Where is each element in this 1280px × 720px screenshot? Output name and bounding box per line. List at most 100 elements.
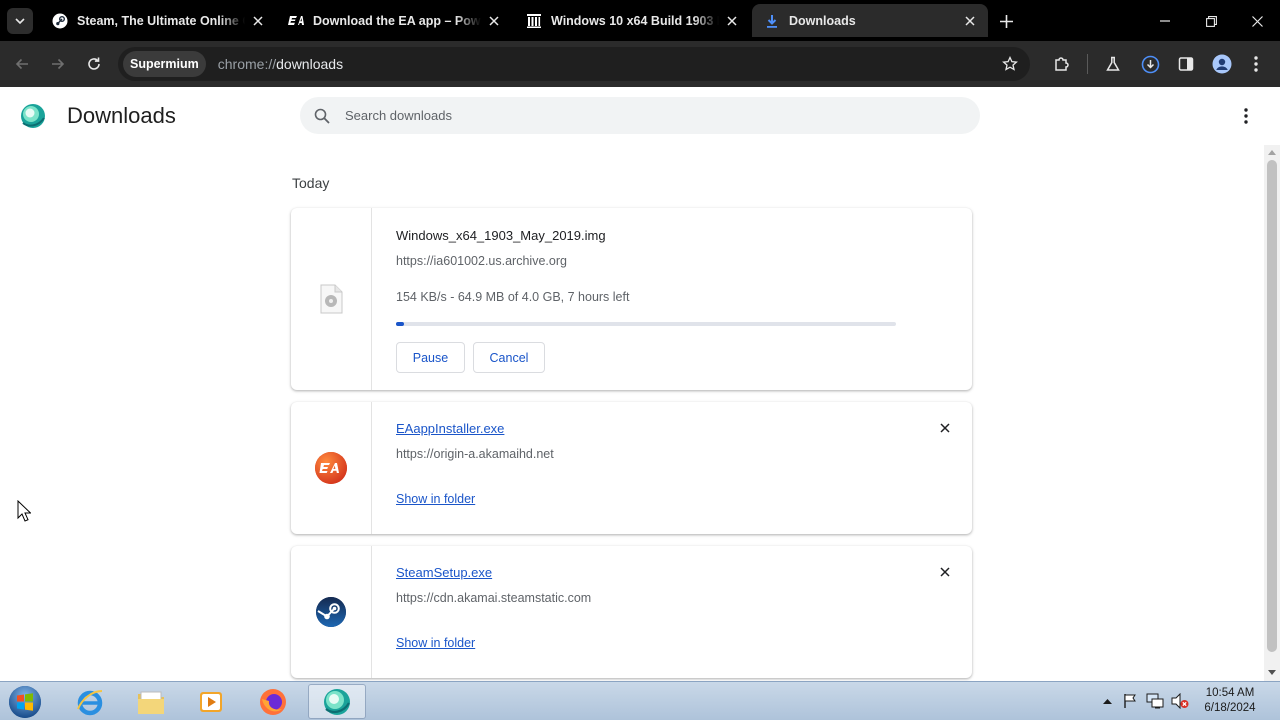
source-url[interactable]: https://cdn.akamai.steamstatic.com bbox=[396, 591, 591, 605]
tab-label: Download the EA app – Power bbox=[313, 13, 481, 28]
network-icon[interactable] bbox=[1146, 692, 1164, 710]
avatar-icon bbox=[1212, 54, 1232, 74]
steam-app-icon bbox=[316, 597, 346, 627]
url-scheme: chrome:// bbox=[217, 56, 277, 72]
close-tab-icon[interactable] bbox=[724, 13, 740, 29]
cancel-button[interactable]: Cancel bbox=[473, 342, 545, 373]
profile-button[interactable] bbox=[1211, 53, 1233, 75]
bookmark-button[interactable] bbox=[999, 53, 1021, 75]
taskbar-firefox[interactable] bbox=[246, 684, 300, 719]
tab-steam[interactable]: Steam, The Ultimate Online Game Platform bbox=[40, 4, 276, 37]
tab-ea-app[interactable]: Download the EA app – Power bbox=[276, 4, 512, 37]
steam-icon bbox=[52, 13, 68, 29]
more-vertical-icon bbox=[1244, 108, 1248, 124]
remove-item-button[interactable] bbox=[936, 563, 954, 581]
close-tab-icon[interactable] bbox=[250, 13, 266, 29]
back-button[interactable] bbox=[11, 53, 33, 75]
plus-icon bbox=[999, 14, 1013, 28]
show-in-folder-link[interactable]: Show in folder bbox=[396, 492, 475, 506]
extensions-button[interactable] bbox=[1050, 53, 1072, 75]
downloads-toolbar-button[interactable] bbox=[1139, 53, 1161, 75]
start-button[interactable] bbox=[4, 683, 46, 720]
tab-label: Steam, The Ultimate Online Game Platform bbox=[77, 13, 245, 28]
download-status: 154 KB/s - 64.9 MB of 4.0 GB, 7 hours le… bbox=[396, 290, 630, 304]
clock-date: 6/18/2024 bbox=[1204, 702, 1256, 714]
arrow-right-icon bbox=[52, 58, 65, 70]
tab-search-button[interactable] bbox=[7, 7, 33, 34]
forward-button[interactable] bbox=[47, 53, 69, 75]
supermium-icon bbox=[324, 688, 350, 715]
browser-menu-button[interactable] bbox=[1245, 53, 1267, 75]
restore-button[interactable] bbox=[1201, 11, 1221, 31]
search-icon bbox=[313, 107, 331, 125]
close-icon bbox=[940, 567, 950, 577]
tab-label: Downloads bbox=[789, 13, 856, 28]
file-name: Windows_x64_1903_May_2019.img bbox=[396, 228, 606, 243]
taskbar-file-explorer[interactable] bbox=[124, 684, 178, 719]
ea-app-icon bbox=[315, 452, 347, 484]
disk-image-file-icon bbox=[320, 284, 343, 314]
page-scrollbar[interactable] bbox=[1264, 145, 1280, 681]
search-input[interactable] bbox=[345, 108, 945, 123]
show-hidden-icons-button[interactable] bbox=[1098, 692, 1116, 710]
ea-icon bbox=[288, 13, 304, 29]
download-icon bbox=[764, 13, 780, 29]
star-icon bbox=[1002, 56, 1018, 71]
file-name-link[interactable]: SteamSetup.exe bbox=[396, 565, 492, 580]
download-item: SteamSetup.exe https://cdn.akamai.steams… bbox=[291, 546, 972, 678]
side-panel-icon bbox=[1178, 57, 1194, 71]
taskbar-media-player[interactable] bbox=[184, 684, 238, 719]
taskbar-internet-explorer[interactable] bbox=[63, 684, 117, 719]
download-circle-icon bbox=[1141, 55, 1159, 73]
mouse-cursor-icon bbox=[17, 499, 33, 522]
puzzle-icon bbox=[1054, 56, 1069, 71]
date-section-label: Today bbox=[292, 175, 330, 191]
close-icon bbox=[1251, 15, 1263, 27]
source-url[interactable]: https://origin-a.akamaihd.net bbox=[396, 447, 554, 461]
pause-button[interactable]: Pause bbox=[396, 342, 465, 373]
close-window-button[interactable] bbox=[1247, 11, 1267, 31]
volume-muted-icon[interactable] bbox=[1171, 692, 1189, 710]
windows-taskbar: 10:54 AM 6/18/2024 bbox=[0, 681, 1280, 720]
close-tab-icon[interactable] bbox=[962, 13, 978, 29]
download-item: EAappInstaller.exe https://origin-a.akam… bbox=[291, 402, 972, 534]
reload-button[interactable] bbox=[83, 53, 105, 75]
minimize-icon bbox=[1160, 20, 1170, 22]
show-in-folder-link[interactable]: Show in folder bbox=[396, 636, 475, 650]
file-icon-column bbox=[291, 546, 372, 678]
tab-downloads[interactable]: Downloads bbox=[752, 4, 988, 37]
flask-icon bbox=[1106, 56, 1120, 71]
action-center-icon[interactable] bbox=[1121, 692, 1139, 710]
side-panel-button[interactable] bbox=[1175, 53, 1197, 75]
tab-strip: Steam, The Ultimate Online Game Platform… bbox=[0, 0, 1280, 41]
source-url[interactable]: https://ia601002.us.archive.org bbox=[396, 254, 567, 268]
close-icon bbox=[940, 423, 950, 433]
address-bar[interactable]: Supermium chrome://downloads bbox=[118, 47, 1030, 81]
labs-button[interactable] bbox=[1102, 53, 1124, 75]
url-text[interactable]: chrome://downloads bbox=[218, 56, 343, 72]
firefox-icon bbox=[260, 688, 286, 715]
file-name-link[interactable]: EAappInstaller.exe bbox=[396, 421, 504, 436]
chevron-down-icon bbox=[15, 17, 25, 24]
scroll-down-arrow[interactable] bbox=[1264, 665, 1280, 679]
downloads-page: Downloads Today Windows_x64_1903_May_201… bbox=[0, 87, 1280, 681]
tab-archive[interactable]: Windows 10 x64 Build 1903 May 2019 bbox=[514, 4, 750, 37]
search-downloads-box[interactable] bbox=[300, 97, 980, 134]
new-tab-button[interactable] bbox=[996, 11, 1016, 31]
scroll-up-arrow[interactable] bbox=[1264, 145, 1280, 159]
remove-item-button[interactable] bbox=[936, 419, 954, 437]
progress-bar-fill bbox=[396, 322, 404, 326]
system-clock[interactable]: 10:54 AM 6/18/2024 bbox=[1196, 686, 1264, 716]
scrollbar-thumb[interactable] bbox=[1267, 160, 1277, 652]
browser-toolbar: Supermium chrome://downloads bbox=[0, 41, 1280, 87]
clock-time: 10:54 AM bbox=[1205, 687, 1255, 699]
file-icon-column bbox=[291, 402, 372, 534]
minimize-button[interactable] bbox=[1155, 11, 1175, 31]
page-title: Downloads bbox=[67, 103, 176, 128]
url-host: downloads bbox=[276, 56, 344, 72]
close-tab-icon[interactable] bbox=[486, 13, 502, 29]
browser-name-chip[interactable]: Supermium bbox=[123, 51, 206, 77]
download-item: Windows_x64_1903_May_2019.img https://ia… bbox=[291, 208, 972, 390]
page-menu-button[interactable] bbox=[1236, 107, 1256, 125]
taskbar-supermium[interactable] bbox=[308, 684, 366, 719]
